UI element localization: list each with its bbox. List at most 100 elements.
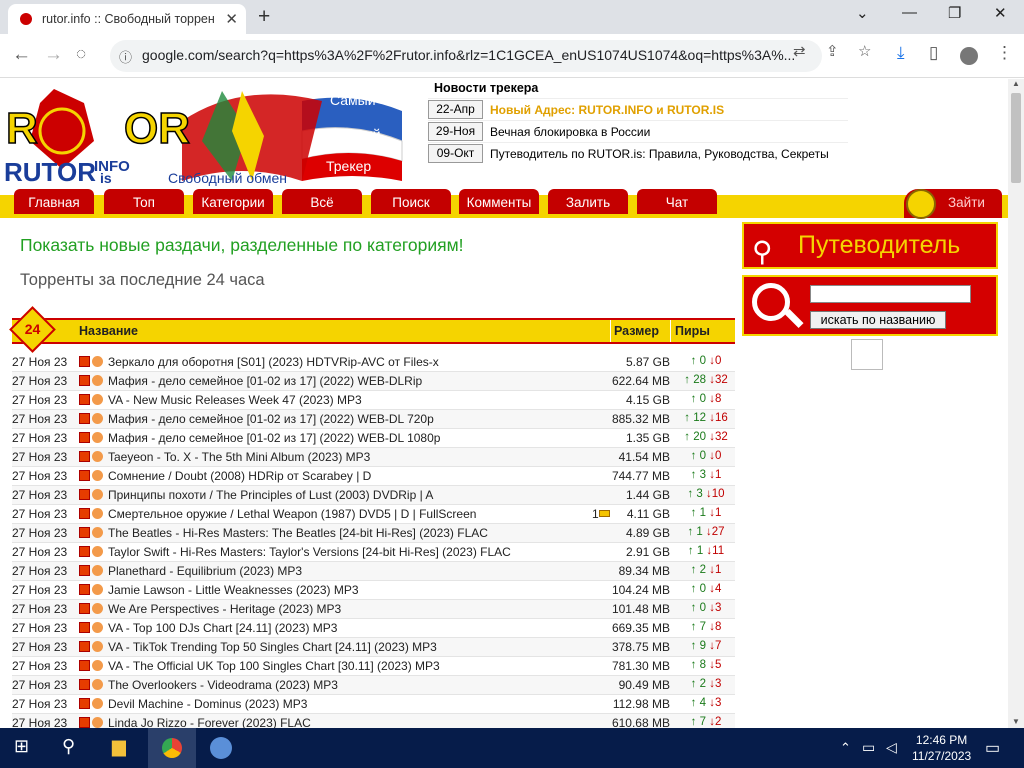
download-torrent-icon[interactable] [79,641,90,652]
close-window-icon[interactable]: ✕ [994,4,1007,22]
torrent-name-link[interactable]: Мафия - дело семейное [01-02 из 17] (202… [108,374,422,388]
qbittorrent-icon[interactable] [210,737,232,759]
news-link[interactable]: Путеводитель по RUTOR.is: Правила, Руков… [490,147,829,161]
menu-top[interactable]: Топ [104,189,184,218]
torrent-name-link[interactable]: Linda Jo Rizzo - Forever (2023) FLAC [108,716,311,728]
page-scrollbar[interactable]: ▲ ▼ [1008,79,1024,728]
magnet-icon[interactable] [92,508,103,519]
new-tab-icon[interactable]: + [258,5,270,29]
torrent-name-link[interactable]: Сомнение / Doubt (2008) HDRip от Scarabe… [108,469,371,483]
table-row[interactable]: 27 Ноя 23 VA - Top 100 DJs Chart [24.11] … [12,619,735,638]
download-torrent-icon[interactable] [79,584,90,595]
news-item[interactable]: 29-Ноя Вечная блокировка в России [428,120,848,142]
restore-icon[interactable]: ❐ [948,4,961,22]
download-torrent-icon[interactable] [79,413,90,424]
chrome-icon[interactable] [162,738,182,758]
download-torrent-icon[interactable] [79,679,90,690]
table-row[interactable]: 27 Ноя 23 Сомнение / Doubt (2008) HDRip о… [12,467,735,486]
torrent-name-link[interactable]: We Are Perspectives - Heritage (2023) MP… [108,602,341,616]
news-link[interactable]: Новый Адрес: RUTOR.INFO и RUTOR.IS [490,103,724,117]
tray-expand-icon[interactable]: ⌃ [840,740,851,756]
table-row[interactable]: 27 Ноя 23 We Are Perspectives - Heritage … [12,600,735,619]
magnet-icon[interactable] [92,641,103,652]
torrent-name-link[interactable]: Зеркало для оборотня [S01] (2023) HDTVRi… [108,355,439,369]
magnet-icon[interactable] [92,470,103,481]
download-torrent-icon[interactable] [79,470,90,481]
torrent-name-link[interactable]: Taeyeon - To. X - The 5th Mini Album (20… [108,450,370,464]
volume-icon[interactable]: ◁ [886,739,897,756]
magnet-icon[interactable] [92,451,103,462]
magnet-icon[interactable] [92,698,103,709]
guide-banner[interactable]: ⚲ Путеводитель [742,222,998,269]
table-row[interactable]: 27 Ноя 23 Мафия - дело семейное [01-02 из… [12,429,735,448]
table-row[interactable]: 27 Ноя 23 VA - The Official UK Top 100 Si… [12,657,735,676]
menu-comments[interactable]: Комменты [459,189,539,218]
download-torrent-icon[interactable] [79,546,90,557]
menu-dots-icon[interactable]: ⋮ [996,43,1013,63]
back-icon[interactable]: ← [12,44,31,66]
magnet-icon[interactable] [92,527,103,538]
windows-start-icon[interactable]: ⊞ [14,736,29,757]
scroll-up-icon[interactable]: ▲ [1012,79,1020,88]
torrent-name-link[interactable]: The Beatles - Hi-Res Masters: The Beatle… [108,526,488,540]
table-row[interactable]: 27 Ноя 23 Taylor Swift - Hi-Res Masters: … [12,543,735,562]
torrent-name-link[interactable]: Мафия - дело семейное [01-02 из 17] (202… [108,412,434,426]
share-icon[interactable]: ⇪ [826,42,839,60]
magnet-icon[interactable] [92,622,103,633]
magnet-icon[interactable] [92,375,103,386]
download-torrent-icon[interactable] [79,432,90,443]
magnet-icon[interactable] [92,394,103,405]
menu-all[interactable]: Всё [282,189,362,218]
table-row[interactable]: 27 Ноя 23 Devil Machine - Dominus (2023) … [12,695,735,714]
magnet-icon[interactable] [92,546,103,557]
download-torrent-icon[interactable] [79,451,90,462]
magnet-icon[interactable] [92,679,103,690]
torrent-name-link[interactable]: VA - The Official UK Top 100 Singles Cha… [108,659,440,673]
table-row[interactable]: 27 Ноя 23 Jamie Lawson - Little Weaknesse… [12,581,735,600]
rutor-logo[interactable]: R OR RUTOR INFO is Самый Лучший Трекер С… [2,81,422,187]
browser-tab[interactable]: rutor.info :: Свободный торрент ✕ [8,4,246,34]
torrent-name-link[interactable]: The Overlookers - Videodrama (2023) MP3 [108,678,338,692]
table-row[interactable]: 27 Ноя 23 Принципы похоти / The Principle… [12,486,735,505]
download-torrent-icon[interactable] [79,527,90,538]
new-releases-link[interactable]: Показать новые раздачи, разделенные по к… [20,235,464,256]
search-icon[interactable]: ⚲ [62,736,75,757]
download-torrent-icon[interactable] [79,565,90,576]
table-row[interactable]: 27 Ноя 23 Мафия - дело семейное [01-02 из… [12,410,735,429]
magnet-icon[interactable] [92,356,103,367]
bookmark-star-icon[interactable]: ☆ [858,42,871,60]
torrent-name-link[interactable]: Planethard - Equilibrium (2023) MP3 [108,564,302,578]
torrent-name-link[interactable]: Смертельное оружие / Lethal Weapon (1987… [108,507,476,521]
table-row[interactable]: 27 Ноя 23 The Beatles - Hi-Res Masters: T… [12,524,735,543]
torrent-name-link[interactable]: Принципы похоти / The Principles of Lust… [108,488,433,502]
magnet-icon[interactable] [92,565,103,576]
menu-home[interactable]: Главная [14,189,94,218]
table-row[interactable]: 27 Ноя 23 Linda Jo Rizzo - Forever (2023)… [12,714,735,728]
torrent-name-link[interactable]: Мафия - дело семейное [01-02 из 17] (202… [108,431,440,445]
file-explorer-icon[interactable]: ▆ [112,736,126,757]
download-torrent-icon[interactable] [79,394,90,405]
torrent-name-link[interactable]: VA - New Music Releases Week 47 (2023) M… [108,393,362,407]
login-button[interactable]: Зайти [904,189,1002,219]
profile-avatar-icon[interactable] [960,47,978,65]
tab-search-icon[interactable]: ⌄ [856,4,869,22]
notifications-icon[interactable]: ▭ [985,738,1000,758]
torrent-name-link[interactable]: VA - Top 100 DJs Chart [24.11] (2023) MP… [108,621,337,635]
magnet-icon[interactable] [92,489,103,500]
download-torrent-icon[interactable] [79,603,90,614]
table-row[interactable]: 27 Ноя 23 Taeyeon - To. X - The 5th Mini … [12,448,735,467]
menu-upload[interactable]: Залить [548,189,628,218]
comment-icon[interactable] [599,510,610,517]
torrent-name-link[interactable]: Jamie Lawson - Little Weaknesses (2023) … [108,583,359,597]
table-row[interactable]: 27 Ноя 23 VA - TikTok Trending Top 50 Sin… [12,638,735,657]
table-row[interactable]: 27 Ноя 23 Мафия - дело семейное [01-02 из… [12,372,735,391]
url-bar[interactable]: ⓘ google.com/search?q=https%3A%2F%2Fruto… [110,40,822,72]
minimize-icon[interactable]: — [902,4,917,21]
news-item[interactable]: 09-Окт Путеводитель по RUTOR.is: Правила… [428,142,848,164]
torrent-name-link[interactable]: Devil Machine - Dominus (2023) MP3 [108,697,307,711]
scroll-thumb[interactable] [1011,93,1021,183]
table-row[interactable]: 27 Ноя 23 Смертельное оружие / Lethal Wea… [12,505,735,524]
download-torrent-icon[interactable] [79,698,90,709]
network-icon[interactable]: ▭ [862,739,875,756]
download-torrent-icon[interactable] [79,717,90,728]
